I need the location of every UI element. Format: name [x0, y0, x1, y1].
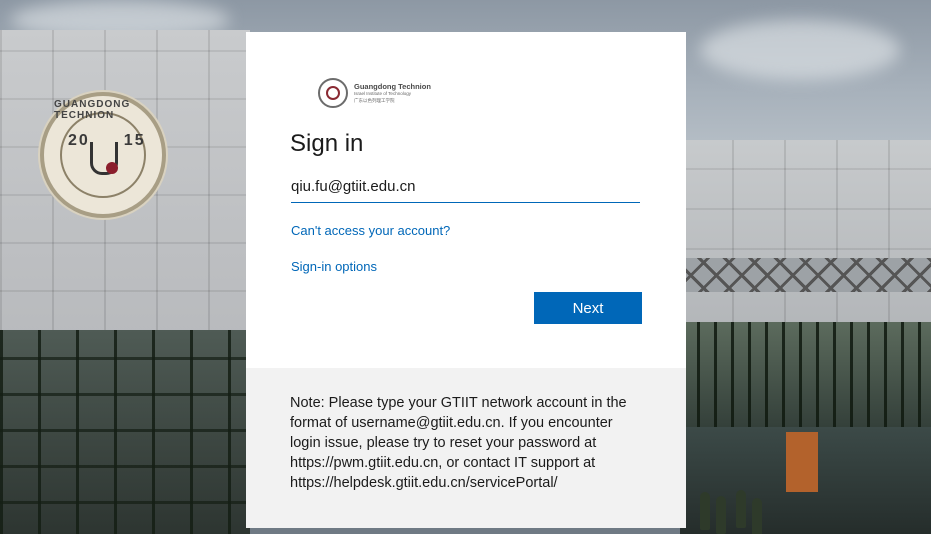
logo-chinese-name: 广东以色列理工学院 — [354, 97, 395, 103]
note-panel: Note: Please type your GTIIT network acc… — [246, 368, 686, 528]
background-cloud — [700, 20, 900, 80]
logo-text: Guangdong Technion Israel Institute of T… — [354, 83, 431, 104]
gtiit-seal-icon — [318, 78, 348, 108]
background-tree — [700, 492, 710, 530]
background-glass-right — [680, 322, 931, 427]
logo-subtitle: Israel Institute of Technology — [354, 91, 411, 97]
next-button[interactable]: Next — [534, 292, 642, 324]
page-title: Sign in — [290, 130, 364, 157]
emblem-year-right: 15 — [123, 132, 146, 149]
cant-access-account-link[interactable]: Can't access your account? — [291, 223, 450, 238]
background-tree — [716, 496, 726, 534]
background-building-right — [680, 140, 931, 330]
background-tree — [752, 498, 762, 534]
gtiit-logo: Guangdong Technion Israel Institute of T… — [318, 77, 431, 109]
signin-options-link[interactable]: Sign-in options — [291, 259, 377, 274]
university-emblem: GUANGDONG TECHNION 20 15 — [40, 92, 166, 218]
background-orange-wall — [786, 432, 818, 492]
emblem-name: GUANGDONG TECHNION — [54, 99, 131, 121]
email-field[interactable] — [291, 171, 640, 203]
background-truss — [680, 258, 931, 292]
signin-card: Guangdong Technion Israel Institute of T… — [246, 32, 686, 368]
note-text: Note: Please type your GTIIT network acc… — [290, 395, 627, 491]
background-glass-left — [0, 330, 250, 534]
background-tree — [736, 490, 746, 528]
emblem-flower-icon — [106, 162, 118, 174]
emblem-year-left: 20 — [68, 132, 90, 149]
logo-title: Guangdong Technion — [354, 81, 431, 91]
